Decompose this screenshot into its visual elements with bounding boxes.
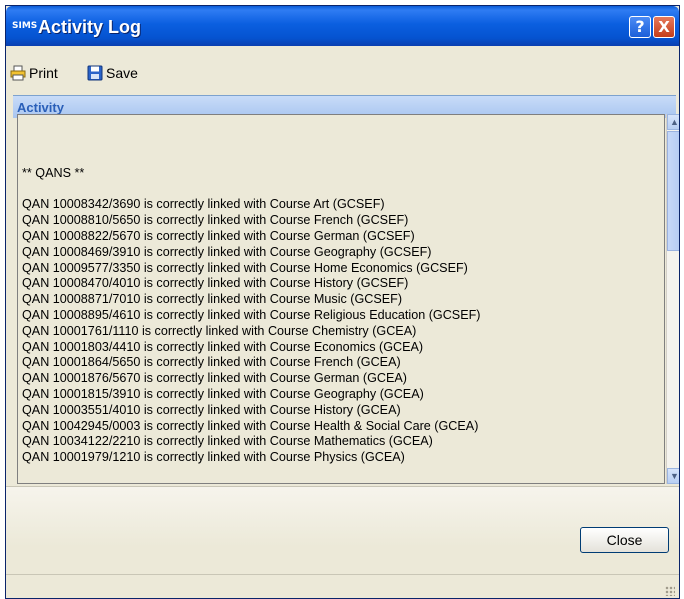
- title-bar[interactable]: SIMS Activity Log ? X: [6, 6, 679, 46]
- resize-grip-icon[interactable]: [665, 586, 675, 596]
- close-button[interactable]: Close: [580, 527, 669, 553]
- log-line: QAN 10001815/3910 is correctly linked wi…: [22, 386, 424, 401]
- toolbar: Print Save: [6, 54, 679, 94]
- save-button[interactable]: Save: [87, 62, 138, 84]
- floppy-disk-icon: [87, 65, 103, 81]
- log-line: QAN 10001761/1110 is correctly linked wi…: [22, 323, 417, 338]
- section-title: Activity: [17, 100, 64, 115]
- print-button[interactable]: Print: [10, 62, 58, 84]
- log-line: QAN 10003551/4010 is correctly linked wi…: [22, 402, 401, 417]
- print-label: Print: [29, 65, 58, 81]
- log-line: QAN 10008871/7010 is correctly linked wi…: [22, 292, 403, 307]
- close-window-button[interactable]: X: [653, 16, 675, 38]
- log-line: QAN 10001979/1210 is correctly linked wi…: [22, 450, 405, 465]
- log-line: QAN 10008469/3910 is correctly linked wi…: [22, 244, 432, 259]
- log-line: QAN 10008822/5670 is correctly linked wi…: [22, 228, 415, 243]
- log-line: QAN 10001876/5670 is correctly linked wi…: [22, 371, 407, 386]
- log-line: QAN 10008470/4010 is correctly linked wi…: [22, 276, 409, 291]
- log-line: QAN 10008342/3690 is correctly linked wi…: [22, 197, 385, 212]
- sims-app-icon: SIMS: [12, 21, 38, 31]
- log-line: QAN 10008810/5650 is correctly linked wi…: [22, 213, 409, 228]
- help-button[interactable]: ?: [629, 16, 651, 38]
- log-line: QAN 10042945/0003 is correctly linked wi…: [22, 418, 479, 433]
- button-bar: Close: [6, 486, 679, 553]
- activity-log-window: SIMS Activity Log ? X Print Save Activit…: [5, 5, 680, 599]
- log-line: QAN 10008895/4610 is correctly linked wi…: [22, 307, 481, 322]
- log-line: QAN 10001803/4410 is correctly linked wi…: [22, 339, 424, 354]
- printer-icon: [10, 65, 26, 81]
- scroll-down-arrow-icon[interactable]: ▼: [667, 468, 679, 484]
- activity-log-textbox[interactable]: ** QANS ** QAN 10008342/3690 is correctl…: [17, 114, 665, 484]
- save-label: Save: [106, 65, 138, 81]
- log-line: QAN 10034122/2210 is correctly linked wi…: [22, 434, 433, 449]
- scrollbar-thumb[interactable]: [667, 131, 679, 251]
- window-title: Activity Log: [38, 17, 142, 37]
- scroll-up-arrow-icon[interactable]: ▲: [667, 114, 679, 130]
- log-line: QAN 10001864/5650 is correctly linked wi…: [22, 355, 401, 370]
- vertical-scrollbar[interactable]: ▲ ▼: [666, 114, 679, 484]
- log-line: ** QANS **: [22, 165, 85, 180]
- status-bar: [6, 574, 679, 598]
- log-lines: ** QANS ** QAN 10008342/3690 is correctl…: [22, 150, 481, 466]
- log-line: QAN 10009577/3350 is correctly linked wi…: [22, 260, 468, 275]
